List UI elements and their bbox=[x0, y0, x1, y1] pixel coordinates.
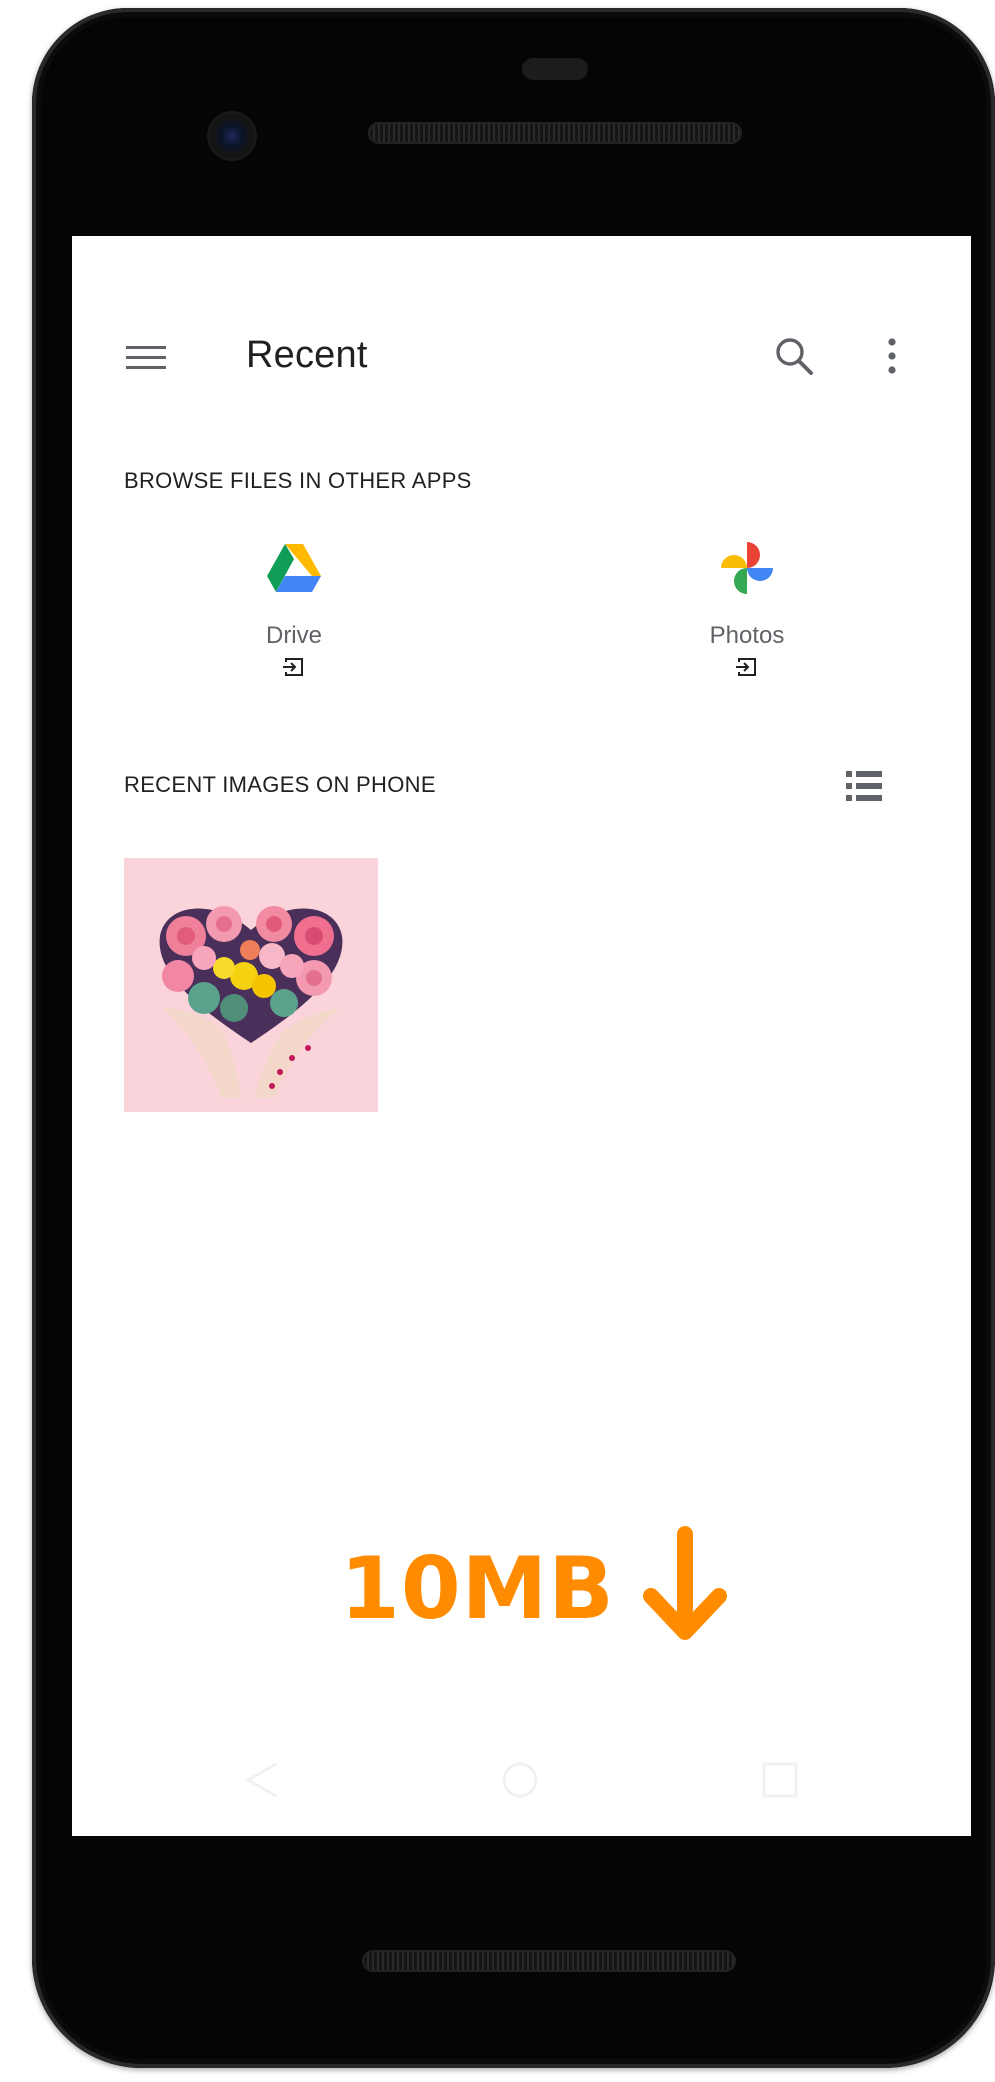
app-tile-photos[interactable]: Photos bbox=[647, 538, 847, 678]
app-name-photos: Photos bbox=[709, 622, 785, 649]
more-vert-icon[interactable] bbox=[872, 332, 912, 380]
google-drive-icon bbox=[264, 538, 324, 598]
search-icon[interactable] bbox=[770, 332, 818, 380]
nav-back-icon[interactable] bbox=[242, 1760, 282, 1805]
browse-section-header: BROWSE FILES IN OTHER APPS bbox=[124, 468, 472, 493]
open-in-app-icon bbox=[283, 656, 305, 678]
top-sensor bbox=[522, 58, 588, 80]
page-title: Recent bbox=[246, 334, 368, 376]
app-toolbar: Recent bbox=[72, 236, 971, 376]
front-camera bbox=[210, 114, 254, 158]
recent-image-thumbnail[interactable] bbox=[124, 858, 378, 1112]
nav-home-icon[interactable] bbox=[500, 1760, 540, 1805]
file-size-overlay: 10MB bbox=[340, 1526, 729, 1651]
page: Recent BROWSE FILES IN OTHER APPS Drive … bbox=[0, 0, 995, 2082]
app-name-drive: Drive bbox=[265, 622, 322, 649]
google-photos-icon bbox=[717, 538, 777, 598]
top-speaker-grille bbox=[368, 122, 742, 144]
nav-recents-icon[interactable] bbox=[760, 1760, 800, 1805]
app-screen: Recent BROWSE FILES IN OTHER APPS Drive … bbox=[72, 236, 971, 1836]
recent-section-header: RECENT IMAGES ON PHONE bbox=[124, 772, 436, 797]
open-in-app-icon bbox=[736, 656, 758, 678]
app-tile-drive[interactable]: Drive bbox=[194, 538, 394, 678]
file-size-text: 10MB bbox=[340, 1538, 615, 1639]
arrow-down-icon bbox=[641, 1526, 729, 1651]
bottom-speaker-grille bbox=[362, 1950, 736, 1972]
hamburger-menu-icon[interactable] bbox=[124, 336, 168, 380]
list-view-icon[interactable] bbox=[842, 766, 886, 806]
